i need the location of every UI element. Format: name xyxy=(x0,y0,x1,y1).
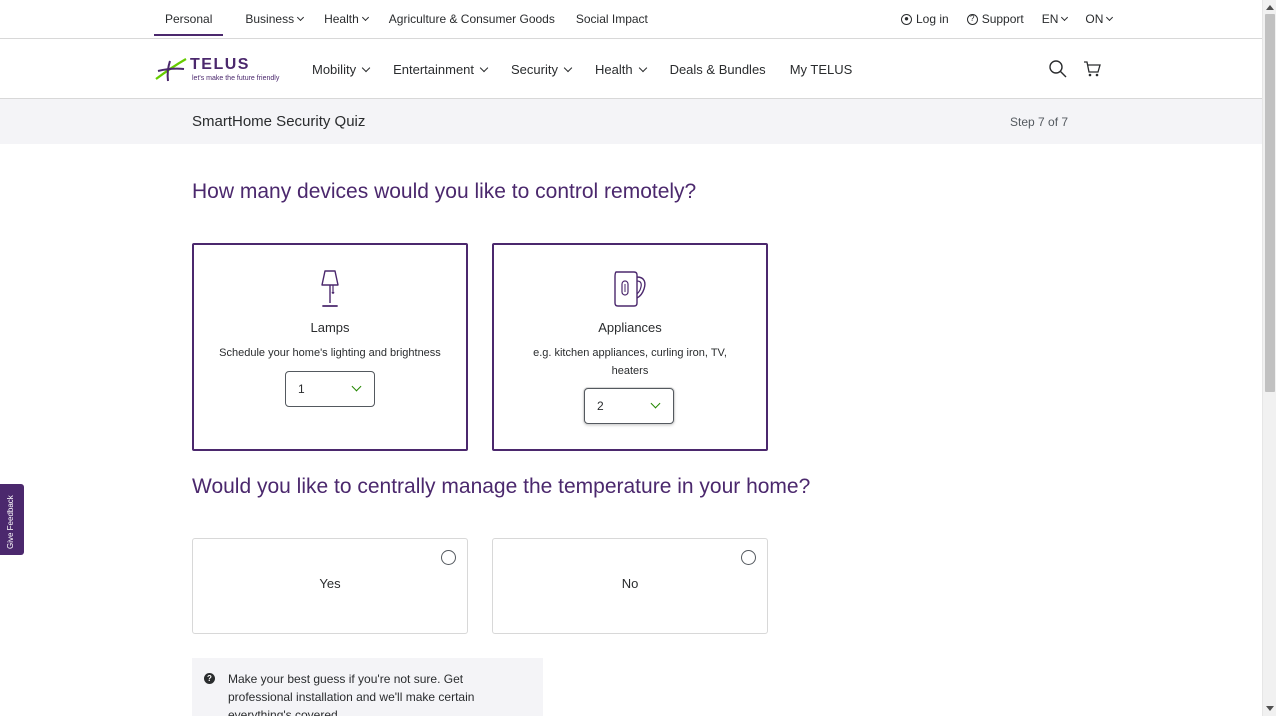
chevron-down-icon xyxy=(650,398,661,409)
login-label: Log in xyxy=(916,12,949,26)
feedback-label: Give Feedback xyxy=(6,495,15,549)
nav-health-segment[interactable]: Health xyxy=(324,0,369,38)
chevron-down-icon xyxy=(563,63,573,72)
telus-swoosh-icon xyxy=(155,58,187,82)
quiz-step-indicator: Step 7 of 7 xyxy=(1010,115,1069,129)
page-scrollbar[interactable] xyxy=(1262,0,1276,716)
lamp-icon xyxy=(194,269,466,309)
hint-text: Make your best guess if you're not sure.… xyxy=(228,672,475,716)
main-nav-items: Mobility Entertainment Security Health D… xyxy=(312,39,876,99)
appliances-quantity-value: 2 xyxy=(597,399,604,413)
nav-icons xyxy=(1048,59,1116,79)
device-card-description: e.g. kitchen appliances, curling iron, T… xyxy=(533,347,727,377)
nav-personal-label: Personal xyxy=(165,12,213,26)
temperature-option-yes[interactable]: Yes xyxy=(192,538,468,634)
nav-personal[interactable]: Personal xyxy=(154,0,224,38)
nav-mobility-label: Mobility xyxy=(312,61,357,77)
question-mark-icon: ? xyxy=(204,673,215,684)
nav-security[interactable]: Security xyxy=(511,61,573,77)
search-icon[interactable] xyxy=(1048,59,1068,79)
chevron-down-icon xyxy=(297,13,305,22)
chevron-down-icon xyxy=(351,381,362,392)
temperature-option-no[interactable]: No xyxy=(492,538,768,634)
province-selector[interactable]: ON xyxy=(1085,12,1114,26)
device-card-label: Appliances xyxy=(598,320,662,335)
radio-button[interactable] xyxy=(441,550,456,565)
support-label: Support xyxy=(981,12,1024,26)
kettle-icon xyxy=(494,269,766,309)
radio-button[interactable] xyxy=(741,550,756,565)
language-label: EN xyxy=(1041,12,1059,26)
device-card-lamps: Lamps Schedule your home's lighting and … xyxy=(192,243,468,451)
question-temperature: Would you like to centrally manage the t… xyxy=(192,475,811,498)
nav-health[interactable]: Health xyxy=(594,61,647,77)
nav-security-label: Security xyxy=(511,61,558,77)
scrollbar-thumb[interactable] xyxy=(1265,14,1275,392)
chevron-down-icon xyxy=(361,63,371,72)
nav-social-impact[interactable]: Social Impact xyxy=(576,0,648,38)
scroll-down-arrow-icon[interactable] xyxy=(1266,706,1274,711)
utility-actions: ● Log in ? Support EN ON xyxy=(901,0,1130,38)
nav-entertainment[interactable]: Entertainment xyxy=(393,61,489,77)
option-label: Yes xyxy=(319,576,341,591)
device-card-description: Schedule your home's lighting and bright… xyxy=(219,347,441,359)
utility-nav: Personal Business Health Agriculture & C… xyxy=(0,0,1262,39)
nav-business-label: Business xyxy=(245,12,295,26)
device-card-appliances: Appliances e.g. kitchen appliances, curl… xyxy=(492,243,768,451)
lamps-quantity-select[interactable]: 1 xyxy=(285,371,375,407)
province-label: ON xyxy=(1085,12,1104,26)
option-label: No xyxy=(621,576,639,591)
segment-nav: Personal Business Health Agriculture & C… xyxy=(154,0,669,38)
nav-my-telus[interactable]: My TELUS xyxy=(790,62,853,77)
logo-wordmark: TELUS xyxy=(190,56,250,73)
nav-social-impact-label: Social Impact xyxy=(575,12,648,26)
quiz-header: SmartHome Security Quiz Step 7 of 7 xyxy=(0,99,1262,144)
nav-health-label: Health xyxy=(594,61,633,77)
hint-box: ? Make your best guess if you're not sur… xyxy=(192,658,543,716)
nav-health-segment-label: Health xyxy=(324,12,359,26)
logo-tagline: let's make the future friendly xyxy=(192,75,280,82)
nav-mobility[interactable]: Mobility xyxy=(312,61,371,77)
chevron-down-icon xyxy=(1106,13,1114,22)
give-feedback-tab[interactable]: Give Feedback xyxy=(0,484,24,555)
user-icon: ● xyxy=(901,13,912,25)
main-nav: TELUS let's make the future friendly Mob… xyxy=(0,39,1262,99)
chevron-down-icon xyxy=(479,63,489,72)
cart-icon[interactable] xyxy=(1082,59,1102,79)
nav-deals-bundles[interactable]: Deals & Bundles xyxy=(670,62,766,77)
telus-logo[interactable]: TELUS let's make the future friendly xyxy=(154,55,290,85)
chevron-down-icon xyxy=(361,13,369,22)
device-card-label: Lamps xyxy=(310,320,350,335)
question-devices: How many devices would you like to contr… xyxy=(192,180,697,203)
help-icon: ? xyxy=(966,13,978,25)
nav-business[interactable]: Business xyxy=(245,0,305,38)
nav-my-telus-label: My TELUS xyxy=(789,61,853,77)
nav-agriculture-label: Agriculture & Consumer Goods xyxy=(388,12,555,26)
nav-deals-label: Deals & Bundles xyxy=(669,61,766,77)
appliances-quantity-select[interactable]: 2 xyxy=(584,388,674,424)
nav-entertainment-label: Entertainment xyxy=(393,61,475,77)
login-link[interactable]: ● Log in xyxy=(901,12,949,26)
lamps-quantity-value: 1 xyxy=(298,382,305,396)
quiz-title: SmartHome Security Quiz xyxy=(192,113,366,130)
nav-agriculture[interactable]: Agriculture & Consumer Goods xyxy=(389,0,555,38)
chevron-down-icon xyxy=(638,63,647,72)
support-link[interactable]: ? Support xyxy=(966,12,1024,26)
scroll-up-arrow-icon[interactable] xyxy=(1266,5,1274,10)
language-selector[interactable]: EN xyxy=(1041,12,1069,26)
chevron-down-icon xyxy=(1061,13,1069,22)
